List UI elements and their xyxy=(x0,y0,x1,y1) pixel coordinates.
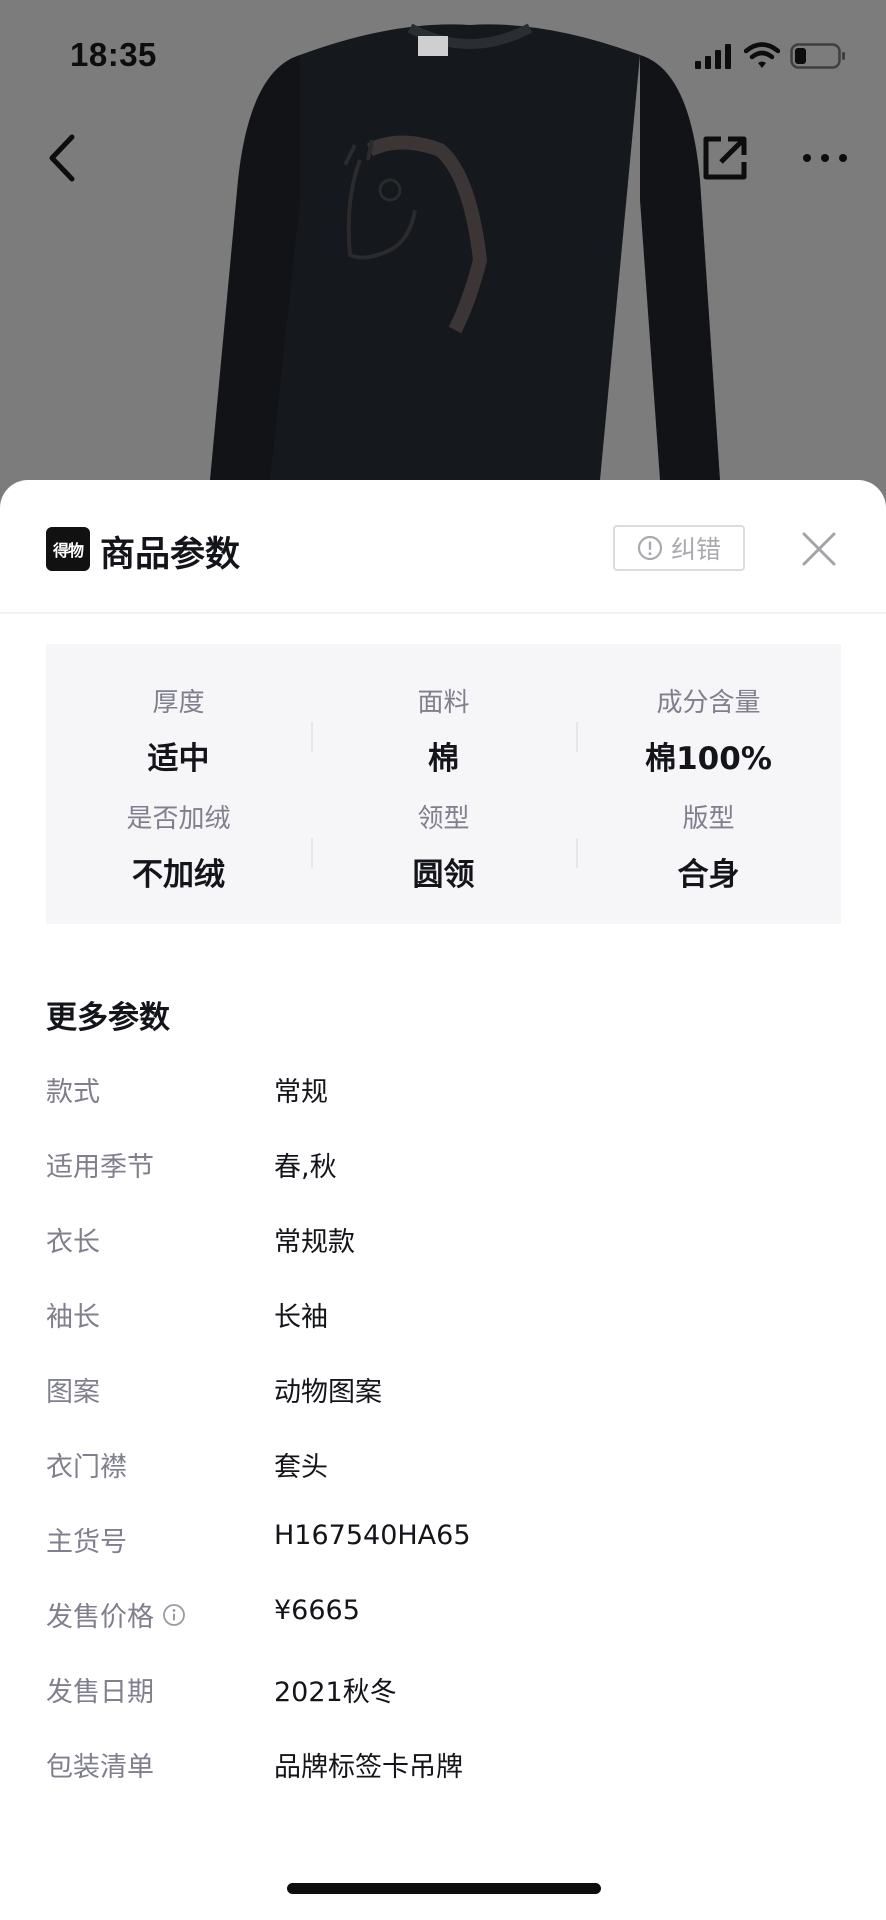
param-value: 长袖 xyxy=(274,1302,328,1333)
param-label-with-info: 发售价格 xyxy=(46,1595,186,1634)
close-button[interactable] xyxy=(796,526,842,572)
param-row: 图案 动物图案 xyxy=(46,1370,841,1445)
share-icon xyxy=(703,136,747,180)
more-params-title: 更多参数 xyxy=(46,1000,170,1036)
top-nav xyxy=(0,120,886,200)
params-sheet: 得物 商品参数 纠错 厚度 适中 面料 棉 成分含量 棉100% 是否加绒 不加… xyxy=(0,480,886,1920)
divider xyxy=(576,838,578,868)
alert-circle-icon xyxy=(637,535,663,561)
brand-logo: 得物 xyxy=(46,527,90,571)
param-value: H167540HA65 xyxy=(274,1520,471,1551)
status-time: 18:35 xyxy=(70,36,157,73)
key-param-label: 领型 xyxy=(417,804,470,834)
key-param-fleece: 是否加绒 不加绒 xyxy=(46,798,311,908)
param-value: 2021秋冬 xyxy=(274,1677,397,1708)
status-icons xyxy=(694,40,846,72)
param-label: 包装清单 xyxy=(46,1752,154,1783)
share-button[interactable] xyxy=(690,123,760,193)
param-value: 常规款 xyxy=(274,1227,355,1258)
param-row: 发售价格 ¥6665 xyxy=(46,1595,841,1670)
report-error-label: 纠错 xyxy=(670,535,721,564)
divider xyxy=(576,722,578,752)
param-value: ¥6665 xyxy=(274,1595,360,1626)
battery-icon xyxy=(790,43,845,69)
divider xyxy=(311,722,313,752)
param-row: 袖长 长袖 xyxy=(46,1295,841,1370)
param-value: 动物图案 xyxy=(274,1377,382,1408)
chevron-left-icon xyxy=(49,134,75,182)
key-param-collar: 领型 圆领 xyxy=(311,798,576,908)
param-label: 图案 xyxy=(46,1377,100,1408)
key-param-label: 是否加绒 xyxy=(126,804,231,834)
param-value: 品牌标签卡吊牌 xyxy=(274,1752,463,1783)
key-param-fabric: 面料 棉 xyxy=(311,682,576,792)
more-button[interactable] xyxy=(790,123,860,193)
key-param-label: 厚度 xyxy=(152,688,205,718)
param-label: 衣门襟 xyxy=(46,1452,127,1483)
key-param-value: 圆领 xyxy=(412,857,475,893)
param-row: 衣门襟 套头 xyxy=(46,1445,841,1520)
param-row: 包装清单 品牌标签卡吊牌 xyxy=(46,1745,841,1820)
param-row: 发售日期 2021秋冬 xyxy=(46,1670,841,1745)
param-row: 适用季节 春,秋 xyxy=(46,1145,841,1220)
home-indicator xyxy=(287,1883,601,1894)
param-value: 春,秋 xyxy=(274,1152,337,1183)
more-params-list: 款式 常规 适用季节 春,秋 衣长 常规款 袖长 长袖 图案 动物图案 衣门襟 … xyxy=(46,1070,841,1820)
divider xyxy=(311,838,313,868)
status-bar: 18:35 xyxy=(0,0,886,110)
param-row: 主货号 H167540HA65 xyxy=(46,1520,841,1595)
info-icon[interactable] xyxy=(162,1603,186,1627)
key-param-value: 棉100% xyxy=(645,741,772,777)
key-params-panel: 厚度 适中 面料 棉 成分含量 棉100% 是否加绒 不加绒 领型 圆领 版型 … xyxy=(46,644,841,924)
report-error-button[interactable]: 纠错 xyxy=(613,525,745,571)
wifi-icon xyxy=(744,42,780,68)
more-dots-icon xyxy=(803,154,847,162)
sheet-title: 商品参数 xyxy=(100,535,241,575)
key-param-value: 不加绒 xyxy=(132,857,225,893)
param-label: 袖长 xyxy=(46,1302,100,1333)
back-button[interactable] xyxy=(28,123,98,193)
brand-logo-text: 得物 xyxy=(52,541,84,560)
sheet-header: 得物 商品参数 纠错 xyxy=(0,480,886,614)
param-label: 款式 xyxy=(46,1077,100,1108)
param-label: 衣长 xyxy=(46,1227,100,1258)
key-param-label: 面料 xyxy=(417,688,470,718)
param-label: 发售日期 xyxy=(46,1677,154,1708)
close-icon xyxy=(802,532,836,566)
key-param-fit: 版型 合身 xyxy=(576,798,841,908)
param-label: 主货号 xyxy=(46,1527,127,1558)
key-param-thickness: 厚度 适中 xyxy=(46,682,311,792)
key-param-value: 适中 xyxy=(147,741,210,777)
param-value: 常规 xyxy=(274,1077,328,1108)
signal-icon xyxy=(695,44,731,69)
param-row: 款式 常规 xyxy=(46,1070,841,1145)
key-param-label: 成分含量 xyxy=(656,688,761,718)
key-param-value: 合身 xyxy=(677,857,740,893)
param-row: 衣长 常规款 xyxy=(46,1220,841,1295)
key-param-value: 棉 xyxy=(428,741,459,777)
param-value: 套头 xyxy=(274,1452,328,1483)
param-label: 适用季节 xyxy=(46,1152,154,1183)
param-label-text: 发售价格 xyxy=(46,1602,154,1633)
key-param-label: 版型 xyxy=(682,804,735,834)
key-param-composition: 成分含量 棉100% xyxy=(576,682,841,792)
